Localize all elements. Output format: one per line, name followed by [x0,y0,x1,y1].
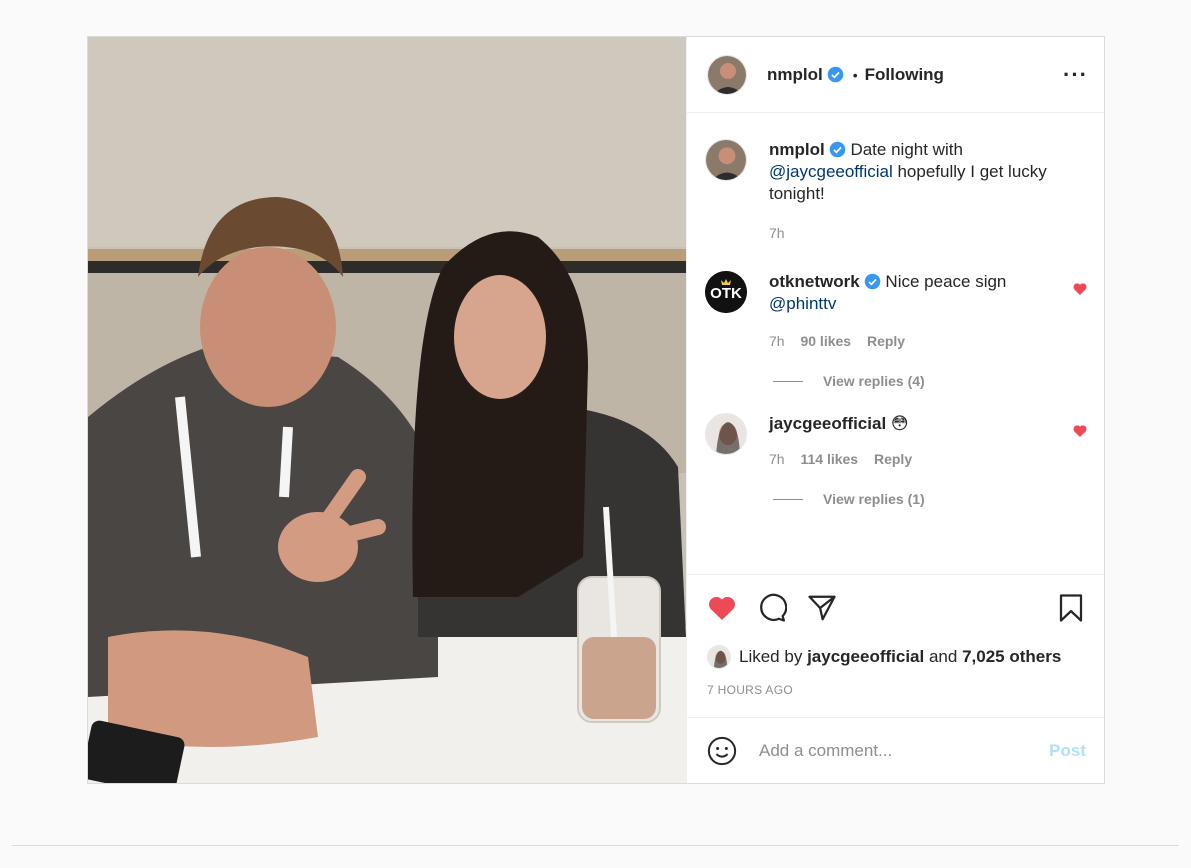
action-bar [707,575,1086,641]
caption-text: nmplol Date night with @jaycgeeofficial … [769,139,1049,205]
comment-item: jaycgeeofficial 😳 7h 114 likes Reply [705,413,1088,467]
comment-text: jaycgeeofficial 😳 [769,413,1049,435]
liked-by-avatar[interactable] [707,645,731,669]
comment-avatar[interactable]: OTK [705,271,747,313]
comment-bubble-icon[interactable] [757,593,787,623]
liked-by-prefix: Liked by [739,647,803,666]
comment-avatar[interactable] [705,413,747,455]
caption-time[interactable]: 7h [769,225,785,241]
divider-line [773,380,803,382]
caption-body: Date night with [850,140,963,159]
liked-by-user[interactable]: jaycgeeofficial [807,647,924,667]
post-card: nmplol • Following ··· nmplol Date night… [87,36,1105,784]
post-comment-button[interactable]: Post [1049,741,1086,761]
like-heart-icon[interactable] [707,593,737,623]
verified-badge-icon [829,141,846,158]
comment-time[interactable]: 7h [769,451,785,467]
author-username[interactable]: nmplol [767,65,823,85]
comment-item: OTK otknetwork Nice peace sign @phinttv … [705,271,1088,349]
add-comment-bar: Post [687,717,1104,783]
comment-likes[interactable]: 114 likes [800,451,858,467]
caption-username[interactable]: nmplol [769,140,825,159]
comment-likes[interactable]: 90 likes [800,333,851,349]
emoji-smiley-icon[interactable] [707,736,737,766]
comment-username[interactable]: otknetwork [769,272,860,291]
liked-by-others[interactable]: 7,025 others [962,647,1061,667]
verified-badge-icon [827,66,844,83]
liked-by-and: and [928,647,958,666]
divider-line [773,498,803,500]
share-send-icon[interactable] [807,593,837,623]
heart-filled-icon[interactable] [1072,281,1088,297]
post-timestamp[interactable]: 7 HOURS AGO [707,683,1086,697]
view-replies-label[interactable]: View replies (4) [823,373,925,389]
post-actions: Liked by jaycgeeofficial and 7,025 other… [687,574,1104,697]
more-options-icon[interactable]: ··· [1063,63,1088,86]
comment-time[interactable]: 7h [769,333,785,349]
bookmark-save-icon[interactable] [1056,593,1086,623]
comment-body: 😳 [890,414,909,433]
follow-button[interactable]: Following [865,65,944,85]
comment-input[interactable] [757,739,1050,762]
post-header: nmplol • Following ··· [687,37,1104,113]
post-photo[interactable] [88,37,686,783]
view-replies-label[interactable]: View replies (1) [823,491,925,507]
post-side-panel: nmplol • Following ··· nmplol Date night… [686,37,1104,783]
view-replies-button[interactable]: View replies (4) [773,373,1088,389]
verified-badge-icon [864,273,880,290]
comments-list[interactable]: nmplol Date night with @jaycgeeofficial … [687,113,1104,574]
comment-username[interactable]: jaycgeeofficial [769,414,886,433]
reply-button[interactable]: Reply [867,333,905,349]
separator-dot: • [852,66,858,83]
comment-mention[interactable]: @phinttv [769,294,836,313]
footer-divider [12,845,1179,846]
caption: nmplol Date night with @jaycgeeofficial … [705,139,1088,241]
reply-button[interactable]: Reply [874,451,912,467]
caption-avatar[interactable] [705,139,747,181]
heart-filled-icon[interactable] [1072,423,1088,439]
comment-body: Nice peace sign [885,272,1007,291]
author-avatar[interactable] [707,54,747,95]
comment-text: otknetwork Nice peace sign @phinttv [769,271,1049,315]
view-replies-button[interactable]: View replies (1) [773,491,1088,507]
caption-mention[interactable]: @jaycgeeofficial [769,162,893,181]
liked-by-summary: Liked by jaycgeeofficial and 7,025 other… [707,645,1086,669]
svg-text:OTK: OTK [710,285,742,302]
